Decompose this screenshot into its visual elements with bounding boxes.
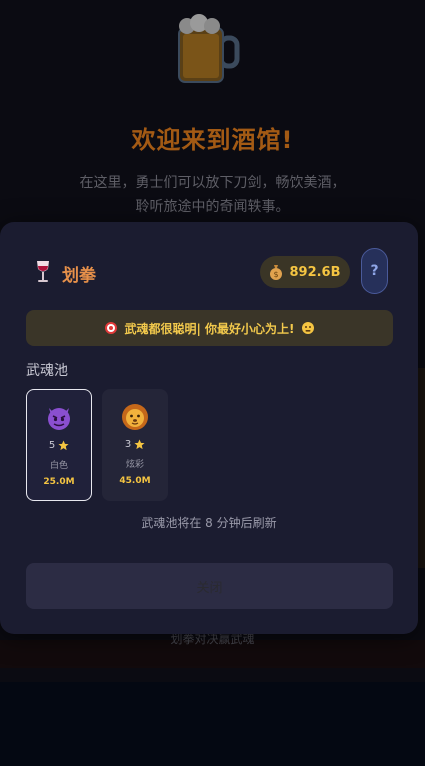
soul-level: 5 (27, 440, 91, 451)
money-bag-icon: $ (270, 265, 283, 280)
modal-header: 划拳 $ 892.6B ? (26, 248, 392, 296)
soul-grade: 炫彩 (125, 460, 144, 470)
star-icon (58, 440, 69, 451)
star-icon (134, 439, 145, 450)
soul-grade: 白色 (49, 461, 68, 471)
tavern-title: 欢迎来到酒馆! (131, 126, 294, 154)
soul-pool-cards: 5 白色 25.0M 3 炫彩 45.0M (26, 389, 396, 501)
tavern-subtitle-line2: 聆听旅途中的奇闻轶事。 (135, 199, 290, 215)
soul-level: 3 (102, 439, 168, 450)
lion-face-icon (122, 404, 148, 430)
refresh-timer-text: 武魂池将在 8 分钟后刷新 (141, 516, 277, 530)
coin-value: 892.6B (289, 264, 341, 280)
tavern-subtitle-line1: 在这里，勇士们可以放下刀剑，畅饮美酒， (79, 175, 346, 191)
modal-title: 划拳 (62, 266, 96, 286)
wine-glass-icon (37, 261, 49, 282)
background-panel-edge (417, 368, 425, 568)
soul-price: 25.0M (43, 477, 75, 487)
svg-text:$: $ (274, 270, 279, 279)
finger-guessing-modal: 划拳 $ 892.6B ? 武魂都很聪明| 你最好小心为上! 武魂池 5 白色 … (0, 222, 418, 634)
target-icon (105, 322, 118, 334)
soul-price: 45.0M (119, 476, 151, 486)
warning-notice: 武魂都很聪明| 你最好小心为上! (26, 310, 393, 346)
devil-face-icon (48, 408, 70, 430)
background-bottom-area (0, 682, 425, 766)
coin-balance: $ 892.6B (260, 256, 350, 288)
nervous-face-icon (301, 322, 314, 334)
notice-text: 武魂都很聪明| 你最好小心为上! (124, 321, 295, 336)
soul-card[interactable]: 5 白色 25.0M (26, 389, 92, 501)
help-button[interactable]: ? (361, 248, 388, 294)
soul-pool-title: 武魂池 (26, 363, 68, 379)
soul-card[interactable]: 3 炫彩 45.0M (102, 389, 168, 501)
close-button[interactable]: 关闭 (26, 563, 393, 609)
beer-mug-icon (178, 14, 240, 83)
